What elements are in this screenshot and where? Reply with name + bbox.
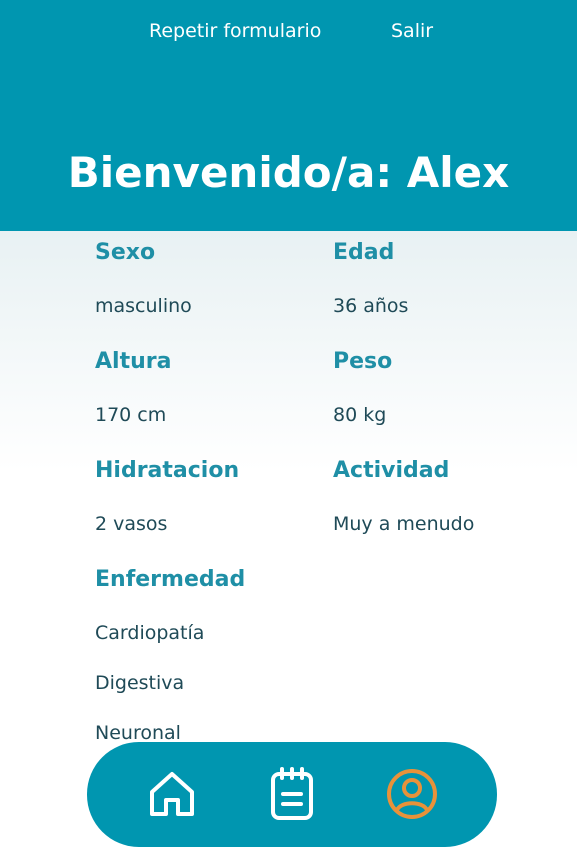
header: Repetir formulario Salir Bienvenido/a: A… bbox=[0, 0, 577, 231]
bottom-nav bbox=[87, 742, 497, 847]
peso-value: 80 kg bbox=[333, 404, 387, 426]
edad-label: Edad bbox=[333, 240, 395, 265]
enfermedad-value: Cardiopatía bbox=[95, 622, 205, 644]
altura-label: Altura bbox=[95, 349, 172, 374]
enfermedad-value: Digestiva bbox=[95, 672, 185, 694]
user-icon[interactable] bbox=[384, 766, 440, 822]
repeat-form-link[interactable]: Repetir formulario bbox=[149, 20, 321, 42]
edad-value: 36 años bbox=[333, 295, 409, 317]
peso-label: Peso bbox=[333, 349, 393, 374]
enfermedad-value: Neuronal bbox=[95, 722, 181, 744]
home-icon bbox=[150, 772, 194, 816]
home-icon[interactable] bbox=[144, 766, 200, 822]
notepad-icon[interactable] bbox=[264, 766, 320, 822]
altura-value: 170 cm bbox=[95, 404, 167, 426]
actividad-label: Actividad bbox=[333, 458, 450, 483]
user-icon bbox=[387, 769, 437, 819]
notepad-icon bbox=[271, 767, 313, 820]
logout-link[interactable]: Salir bbox=[391, 20, 433, 42]
enfermedad-label: Enfermedad bbox=[95, 567, 246, 592]
hidratacion-value: 2 vasos bbox=[95, 513, 168, 535]
welcome-title: Bienvenido/a: Alex bbox=[67, 148, 510, 197]
sexo-value: masculino bbox=[95, 295, 192, 317]
hidratacion-label: Hidratacion bbox=[95, 458, 240, 483]
actividad-value: Muy a menudo bbox=[333, 513, 475, 535]
sexo-label: Sexo bbox=[95, 240, 156, 265]
